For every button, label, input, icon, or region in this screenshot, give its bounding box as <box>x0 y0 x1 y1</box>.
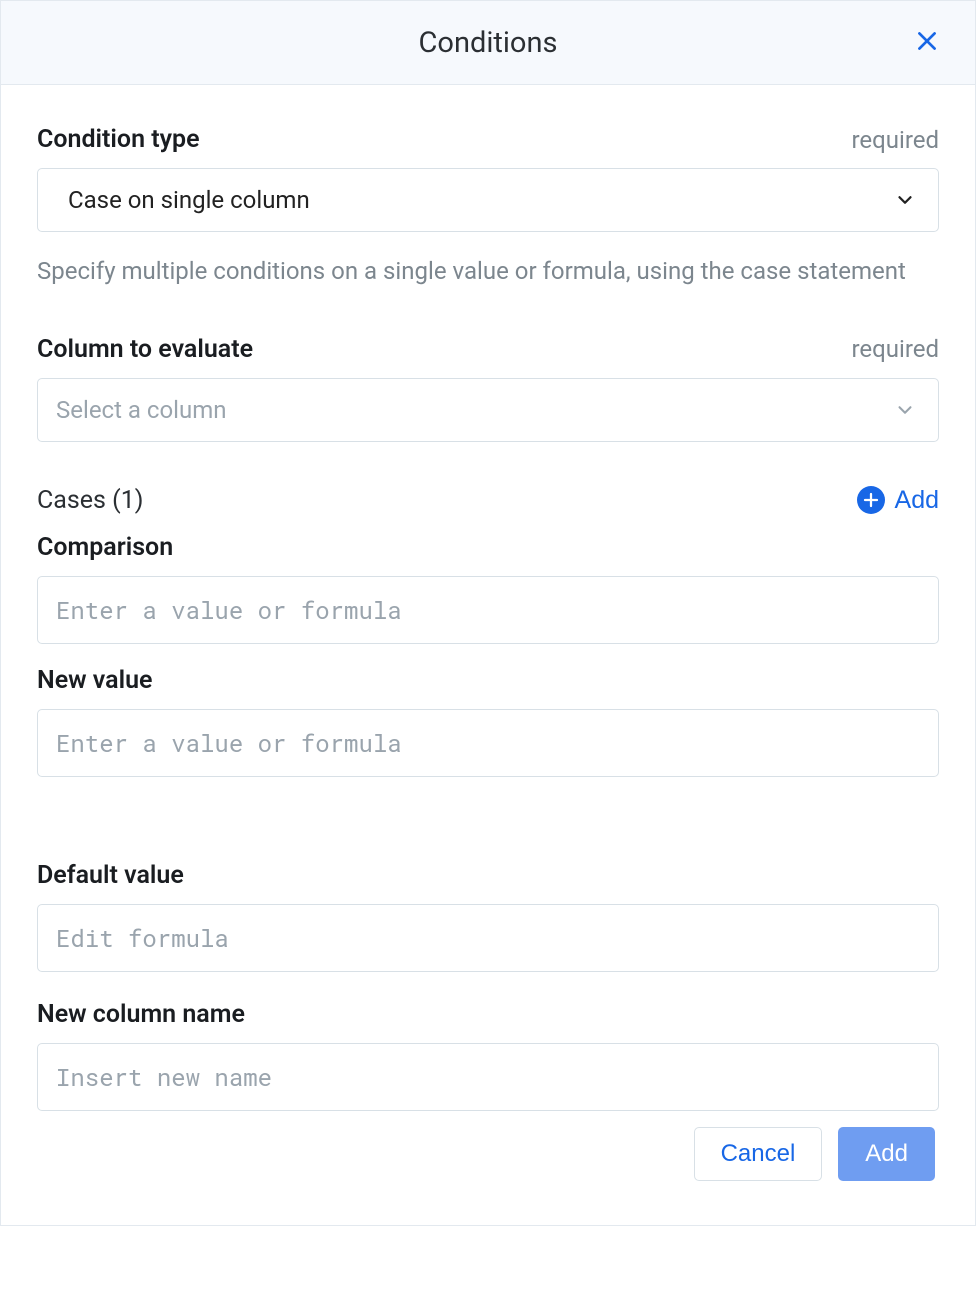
required-tag: required <box>851 335 939 363</box>
new-value-field: New value <box>37 666 939 777</box>
dialog-title: Conditions <box>419 26 558 60</box>
condition-type-field: Condition type required Case on single c… <box>37 125 939 289</box>
dialog-footer: Cancel Add <box>37 1111 939 1201</box>
column-to-evaluate-field: Column to evaluate required Select a col… <box>37 335 939 442</box>
comparison-field: Comparison <box>37 533 939 644</box>
column-to-evaluate-select[interactable]: Select a column <box>37 378 939 442</box>
add-case-label: Add <box>895 486 939 515</box>
add-button[interactable]: Add <box>838 1127 935 1181</box>
chevron-down-icon <box>894 399 916 421</box>
plus-circle-icon <box>857 486 885 514</box>
column-to-evaluate-label: Column to evaluate <box>37 335 253 364</box>
new-value-label: New value <box>37 666 939 695</box>
cases-header: Cases (1) Add <box>37 486 939 515</box>
condition-type-label: Condition type <box>37 125 200 154</box>
condition-type-help: Specify multiple conditions on a single … <box>37 254 939 289</box>
condition-type-value: Case on single column <box>68 186 310 214</box>
close-button[interactable] <box>907 23 947 63</box>
comparison-input[interactable] <box>37 576 939 644</box>
new-column-input[interactable] <box>37 1043 939 1111</box>
cancel-button[interactable]: Cancel <box>694 1127 823 1181</box>
default-value-label: Default value <box>37 861 939 890</box>
field-label-row: Condition type required <box>37 125 939 154</box>
cases-title: Cases (1) <box>37 486 143 515</box>
new-value-input[interactable] <box>37 709 939 777</box>
default-value-input[interactable] <box>37 904 939 972</box>
comparison-label: Comparison <box>37 533 939 562</box>
add-case-button[interactable]: Add <box>857 486 939 515</box>
spacer <box>37 777 939 861</box>
required-tag: required <box>851 126 939 154</box>
dialog-body: Condition type required Case on single c… <box>1 85 975 1225</box>
default-value-field: Default value <box>37 861 939 972</box>
field-label-row: Column to evaluate required <box>37 335 939 364</box>
condition-type-select[interactable]: Case on single column <box>37 168 939 232</box>
new-column-field: New column name <box>37 1000 939 1111</box>
column-to-evaluate-placeholder: Select a column <box>56 396 227 424</box>
dialog-header: Conditions <box>1 1 975 85</box>
new-column-label: New column name <box>37 1000 939 1029</box>
conditions-dialog: Conditions Condition type required Case … <box>0 0 976 1226</box>
close-icon <box>914 28 940 57</box>
chevron-down-icon <box>894 189 916 211</box>
